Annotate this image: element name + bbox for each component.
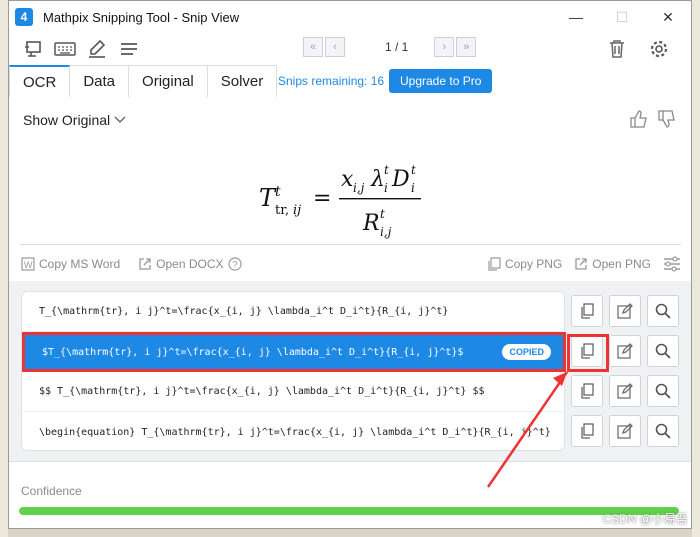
watermark: CSDN @小易吾 bbox=[602, 512, 688, 526]
annotation-arrow bbox=[486, 371, 569, 488]
